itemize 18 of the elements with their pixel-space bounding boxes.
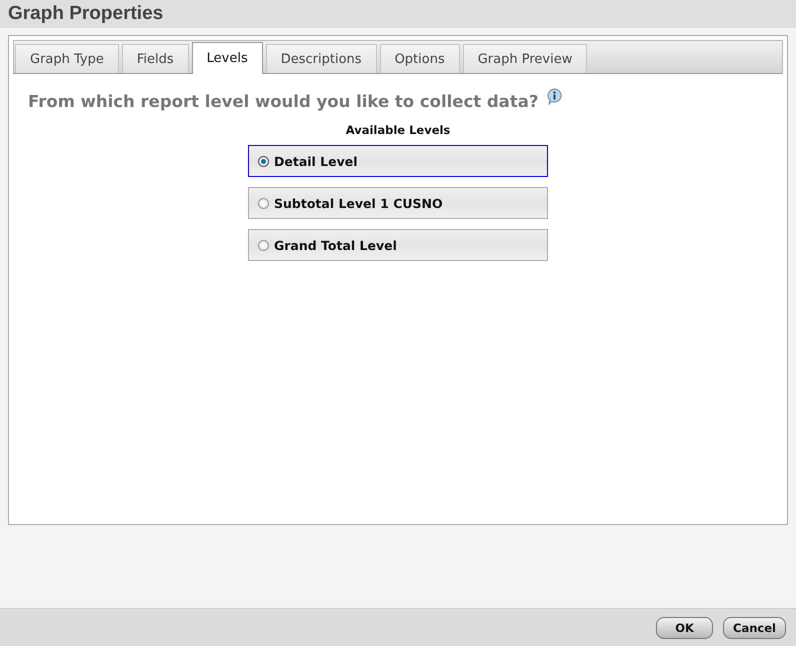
tab[interactable]: Graph Preview: [462, 44, 588, 73]
dialog-button[interactable]: OK: [656, 616, 714, 638]
dialog-button[interactable]: Cancel: [723, 616, 786, 638]
tab[interactable]: Options: [380, 44, 460, 73]
level-option[interactable]: Subtotal Level 1 CUSNO: [248, 187, 548, 219]
window-title: Graph Properties: [8, 3, 164, 25]
level-option[interactable]: Grand Total Level: [248, 229, 548, 261]
info-icon[interactable]: [546, 88, 564, 105]
radio-button[interactable]: [258, 240, 269, 250]
levels-heading: Available Levels: [346, 123, 450, 137]
tab[interactable]: Descriptions: [266, 44, 377, 73]
tab[interactable]: Graph Type: [15, 44, 119, 73]
level-option[interactable]: Detail Level: [248, 145, 548, 177]
question-text: From which report level would you like to collect data?: [28, 92, 538, 111]
tab[interactable]: Levels: [192, 42, 263, 74]
radio-button[interactable]: [258, 156, 269, 166]
tab[interactable]: Fields: [122, 44, 189, 73]
radio-button[interactable]: [258, 198, 269, 208]
